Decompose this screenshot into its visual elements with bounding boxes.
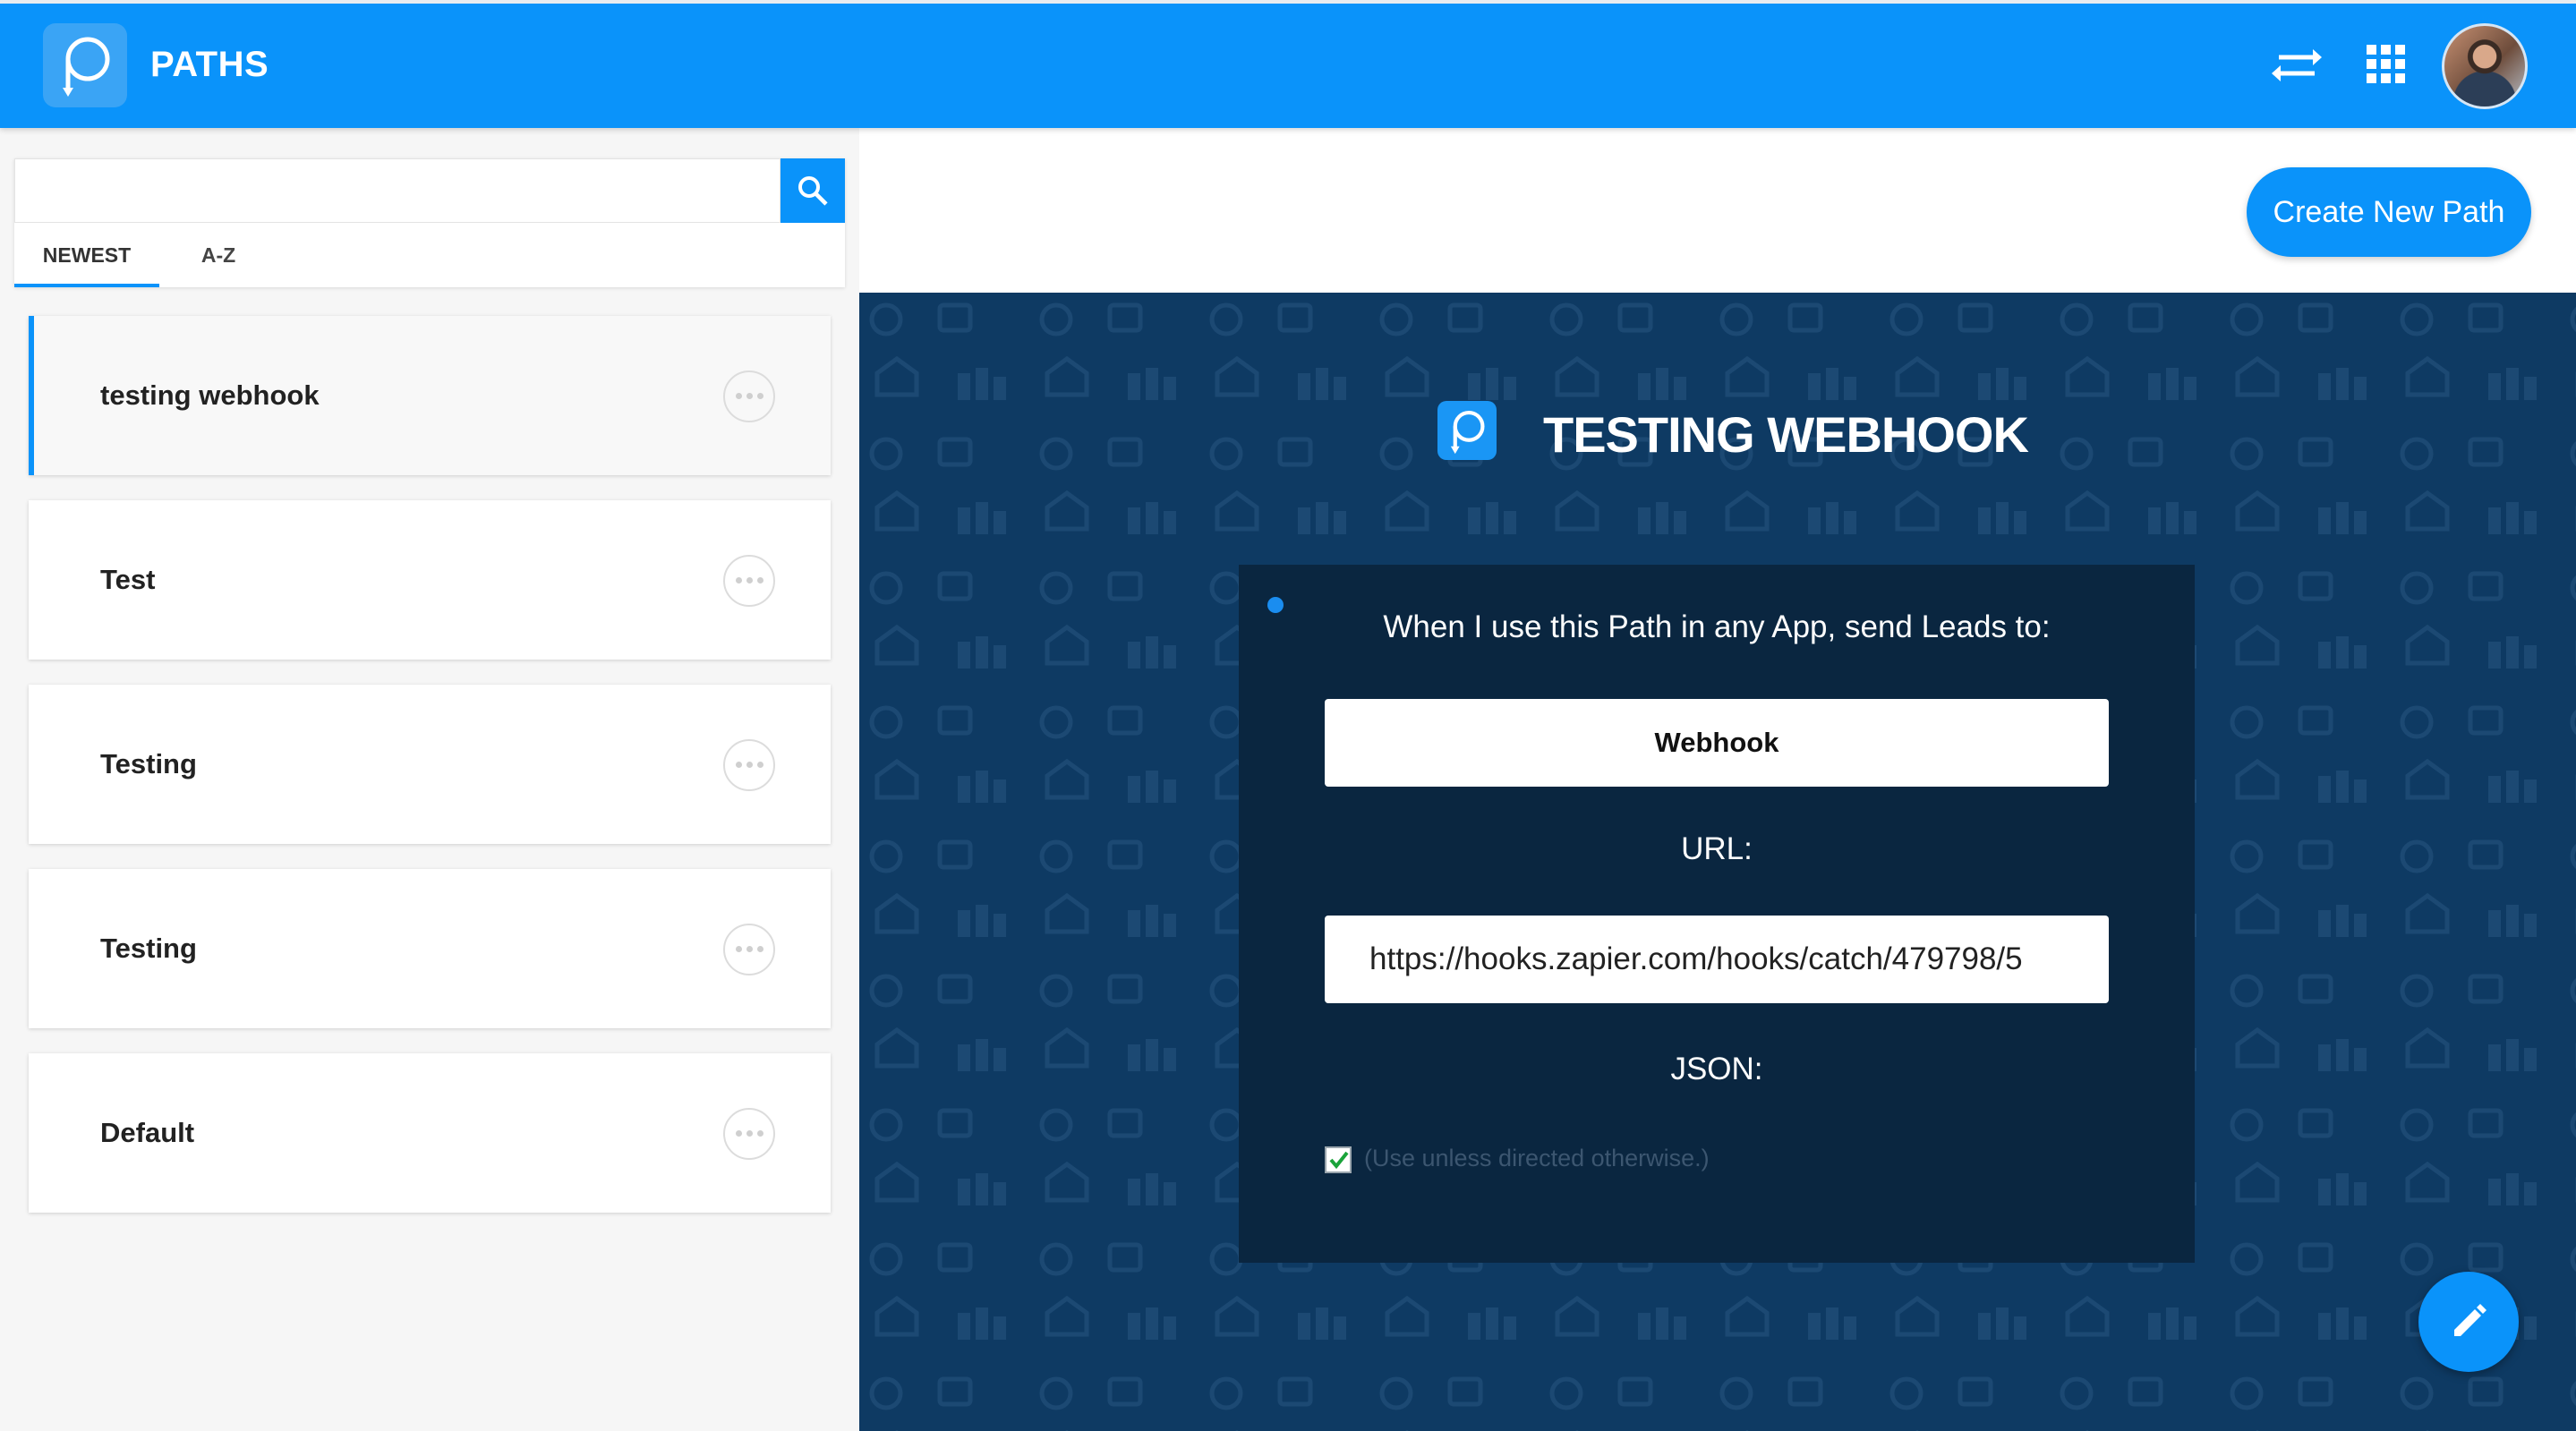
- more-options-button[interactable]: [723, 1108, 775, 1160]
- tab-a-z[interactable]: A-Z: [174, 223, 263, 287]
- search-button[interactable]: [780, 158, 845, 223]
- url-input[interactable]: [1325, 916, 2109, 1003]
- more-options-button[interactable]: [723, 739, 775, 791]
- detail-toolbar: Create New Path: [859, 128, 2576, 293]
- json-label: JSON:: [1670, 1052, 1763, 1086]
- top-app-bar: PATHS: [0, 0, 2576, 128]
- url-label: URL:: [1681, 831, 1753, 866]
- path-detail-panel: TESTING WEBHOOK When I use this Path in …: [859, 293, 2576, 1431]
- more-horizontal-icon: [736, 946, 764, 953]
- more-horizontal-icon: [736, 762, 764, 769]
- path-item-test[interactable]: Test: [29, 500, 831, 660]
- apps-grid-icon[interactable]: [2359, 38, 2413, 91]
- search-icon: [798, 176, 828, 206]
- more-horizontal-icon: [736, 1130, 764, 1137]
- top-strip: [0, 0, 2576, 4]
- user-avatar[interactable]: [2442, 23, 2528, 109]
- path-item-label: Test: [100, 564, 156, 595]
- destination-heading: When I use this Path in any App, send Le…: [1383, 609, 2051, 644]
- json-checkbox[interactable]: [1325, 1146, 1352, 1173]
- path-item-label: Testing: [100, 748, 197, 779]
- app-title: PATHS: [150, 45, 269, 84]
- path-item-testing-webhook[interactable]: testing webhook: [29, 316, 831, 475]
- edit-path-button[interactable]: [2418, 1272, 2519, 1372]
- more-options-button[interactable]: [723, 924, 775, 975]
- search-card: NEWEST A-Z: [14, 158, 845, 287]
- path-item-label: testing webhook: [100, 379, 320, 411]
- more-horizontal-icon: [736, 577, 764, 584]
- path-item-label: Default: [100, 1117, 195, 1148]
- swap-arrows-icon[interactable]: [2270, 38, 2324, 91]
- tab-newest[interactable]: NEWEST: [14, 223, 159, 287]
- json-hint: (Use unless directed otherwise.): [1364, 1145, 1710, 1171]
- more-horizontal-icon: [736, 393, 764, 400]
- more-options-button[interactable]: [723, 555, 775, 607]
- create-new-path-button[interactable]: Create New Path: [2247, 167, 2531, 257]
- path-item-default[interactable]: Default: [29, 1053, 831, 1213]
- path-item-testing[interactable]: Testing: [29, 685, 831, 844]
- pencil-icon: [2454, 1304, 2486, 1336]
- path-config-card: When I use this Path in any App, send Le…: [1239, 565, 2195, 1263]
- destination-select[interactable]: Webhook: [1325, 699, 2109, 787]
- path-title: TESTING WEBHOOK: [1543, 406, 2029, 463]
- path-item-label: Testing: [100, 933, 197, 964]
- path-list-panel: NEWEST A-Z testing webhook Test Testing …: [0, 128, 859, 1431]
- search-input[interactable]: [14, 158, 780, 223]
- more-options-button[interactable]: [723, 371, 775, 422]
- path-item-testing-2[interactable]: Testing: [29, 869, 831, 1028]
- paths-logo-icon[interactable]: [43, 23, 127, 107]
- checkmark-icon: [1329, 1151, 1349, 1170]
- path-logo-icon: [1437, 401, 1497, 460]
